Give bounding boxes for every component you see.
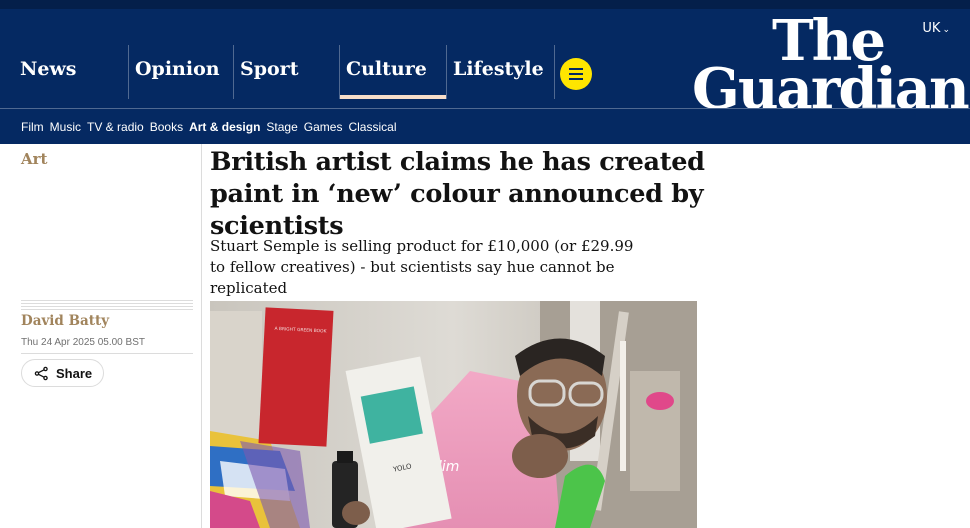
subnav-item-film[interactable]: Film bbox=[21, 120, 44, 134]
subnav-item-art-design[interactable]: Art & design bbox=[189, 120, 260, 134]
active-pillar-indicator bbox=[340, 95, 446, 99]
article-headline: British artist claims he has created pai… bbox=[210, 147, 705, 241]
subnav-item-stage[interactable]: Stage bbox=[266, 120, 297, 134]
section-tag[interactable]: Art bbox=[21, 150, 47, 168]
share-icon bbox=[34, 366, 48, 380]
pillar-lifestyle[interactable]: Lifestyle bbox=[446, 45, 553, 99]
meta-divider bbox=[21, 353, 193, 354]
pillar-label: News bbox=[20, 58, 77, 80]
pillar-label: Sport bbox=[240, 58, 299, 80]
column-divider bbox=[201, 144, 202, 528]
subnav-item-games[interactable]: Games bbox=[304, 120, 343, 134]
share-label: Share bbox=[56, 365, 93, 381]
share-button[interactable]: Share bbox=[21, 359, 104, 387]
pillar-opinion[interactable]: Opinion bbox=[128, 45, 233, 99]
pillar-sport[interactable]: Sport bbox=[233, 45, 339, 99]
subnav-item-music[interactable]: Music bbox=[50, 120, 81, 134]
nav-divider bbox=[554, 45, 555, 99]
publish-date: Thu 24 Apr 2025 05.00 BST bbox=[21, 337, 145, 348]
logo-line-2: Guardian bbox=[692, 56, 970, 123]
pillar-culture[interactable]: Culture bbox=[339, 45, 446, 99]
pillar-label: Culture bbox=[346, 58, 427, 80]
subnav: Film Music TV & radio Books Art & design… bbox=[0, 108, 970, 144]
subnav-item-classical[interactable]: Classical bbox=[348, 120, 396, 134]
subnav-item-tv-radio[interactable]: TV & radio bbox=[87, 120, 144, 134]
article-main-image: A BRIGHT GREEN BOOK lim YOLO bbox=[210, 301, 697, 528]
meta-rules bbox=[21, 300, 193, 312]
guardian-logo[interactable]: The Guardian bbox=[692, 13, 970, 123]
subnav-item-books[interactable]: Books bbox=[150, 120, 183, 134]
pillar-label: Opinion bbox=[135, 58, 220, 80]
byline-author[interactable]: David Batty bbox=[21, 313, 109, 329]
menu-icon[interactable] bbox=[560, 58, 592, 90]
pillar-nav: News Opinion Sport Culture Lifestyle bbox=[0, 45, 553, 99]
pillar-news[interactable]: News bbox=[0, 45, 128, 99]
article-standfirst: Stuart Semple is selling product for £10… bbox=[210, 237, 634, 297]
pillar-label: Lifestyle bbox=[453, 58, 544, 80]
